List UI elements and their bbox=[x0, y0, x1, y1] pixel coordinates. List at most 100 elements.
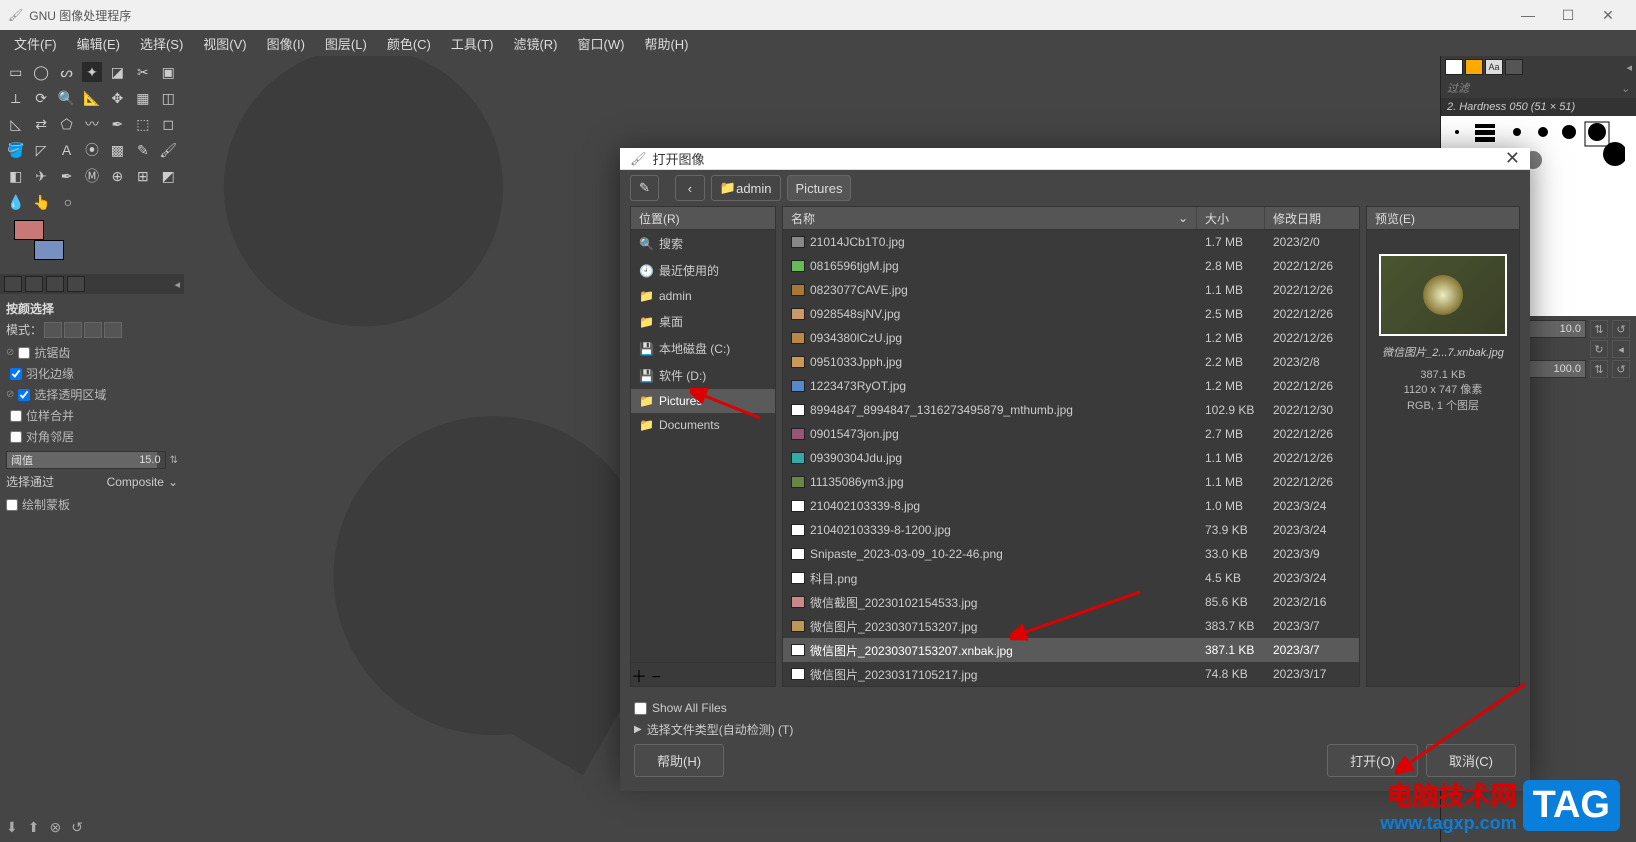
menu-item[interactable]: 窗口(W) bbox=[568, 30, 635, 57]
mode-add[interactable] bbox=[64, 322, 82, 338]
sidebar-item[interactable]: 📁桌面 bbox=[631, 308, 775, 335]
file-row[interactable]: Snipaste_2023-03-09_10-22-46.png33.0 KB2… bbox=[783, 542, 1359, 566]
tool-crop[interactable]: ⟂ bbox=[6, 88, 25, 108]
tool-cage[interactable]: ⬠ bbox=[57, 114, 76, 134]
option-checkbox[interactable] bbox=[10, 431, 22, 443]
dialog-close-button[interactable]: ✕ bbox=[1505, 148, 1520, 169]
chevron-down-icon[interactable]: ⌄ bbox=[1621, 82, 1630, 95]
tab-tool-options[interactable] bbox=[4, 276, 22, 292]
color-swatches[interactable] bbox=[14, 220, 64, 260]
mode-replace[interactable] bbox=[44, 322, 62, 338]
bg-color[interactable] bbox=[34, 240, 64, 260]
reset-preset-icon[interactable]: ↺ bbox=[71, 819, 83, 836]
menu-item[interactable]: 工具(T) bbox=[441, 30, 504, 57]
tool-warp[interactable]: 〰 bbox=[82, 114, 101, 134]
option-checkbox[interactable] bbox=[10, 410, 22, 422]
tool-dodge[interactable]: ○ bbox=[58, 192, 78, 212]
file-row[interactable]: 210402103339-8.jpg1.0 MB2023/3/24 bbox=[783, 494, 1359, 518]
menu-item[interactable]: 编辑(E) bbox=[67, 30, 130, 57]
file-row[interactable]: 1223473RyOT.jpg1.2 MB2022/12/26 bbox=[783, 374, 1359, 398]
column-size[interactable]: 大小 bbox=[1197, 207, 1265, 229]
file-list[interactable]: 21014JCb1T0.jpg1.7 MB2023/2/00816596tjgM… bbox=[782, 230, 1360, 687]
tool-ellipse-select[interactable]: ◯ bbox=[31, 62, 50, 82]
file-row[interactable]: 0934380lCzU.jpg1.2 MB2022/12/26 bbox=[783, 326, 1359, 350]
tool-zoom[interactable]: 🔍 bbox=[57, 88, 76, 108]
tab-patterns[interactable] bbox=[1465, 59, 1483, 75]
sidebar-item[interactable]: 🕘最近使用的 bbox=[631, 257, 775, 284]
tab-device[interactable] bbox=[25, 276, 43, 292]
back-button[interactable]: ‹ bbox=[675, 175, 705, 201]
sidebar-item[interactable]: 💾本地磁盘 (C:) bbox=[631, 335, 775, 362]
save-preset-icon[interactable]: ⬇ bbox=[6, 819, 18, 836]
open-button[interactable]: 打开(O) bbox=[1327, 744, 1418, 777]
column-name[interactable]: 名称⌄ bbox=[783, 207, 1197, 229]
tab-brushes[interactable] bbox=[1445, 59, 1463, 75]
file-row[interactable]: 0816596tjgM.jpg2.8 MB2022/12/26 bbox=[783, 254, 1359, 278]
file-row[interactable]: 0823077CAVE.jpg1.1 MB2022/12/26 bbox=[783, 278, 1359, 302]
threshold-slider[interactable]: 阈值 15.0 bbox=[6, 451, 166, 469]
option-checkbox[interactable] bbox=[10, 368, 22, 380]
brush-filter[interactable]: 过滤 ⌄ bbox=[1441, 78, 1636, 98]
brush-menu-icon[interactable]: ◂ bbox=[1612, 340, 1630, 358]
delete-preset-icon[interactable]: ⊗ bbox=[49, 819, 61, 836]
menu-item[interactable]: 视图(V) bbox=[193, 30, 256, 57]
tool-crop2[interactable]: ◫ bbox=[159, 88, 178, 108]
panel-menu-icon[interactable]: ◂ bbox=[174, 278, 180, 291]
brush-spacing-spinner[interactable]: ⇅ bbox=[1590, 360, 1608, 378]
tool-free-select[interactable]: ᔕ bbox=[57, 62, 76, 82]
menu-item[interactable]: 颜色(C) bbox=[377, 30, 441, 57]
file-row[interactable]: 0951033Jpph.jpg2.2 MB2023/2/8 bbox=[783, 350, 1359, 374]
breadcrumb-admin[interactable]: 📁 admin bbox=[711, 175, 781, 201]
sidebar-item[interactable]: 📁Pictures bbox=[631, 389, 775, 413]
mode-intersect[interactable] bbox=[104, 322, 122, 338]
brush-spacing-reset[interactable]: ↺ bbox=[1612, 360, 1630, 378]
file-row[interactable]: 科目.png4.5 KB2023/3/24 bbox=[783, 566, 1359, 590]
tool-eraser[interactable]: ◧ bbox=[6, 166, 25, 186]
help-button[interactable]: 帮助(H) bbox=[634, 744, 724, 777]
fg-color[interactable] bbox=[14, 220, 44, 240]
tool-gradient[interactable]: ◸ bbox=[31, 140, 50, 160]
menu-item[interactable]: 图层(L) bbox=[315, 30, 377, 57]
tool-handle[interactable]: ◻ bbox=[159, 114, 178, 134]
file-row[interactable]: 09015473jon.jpg2.7 MB2022/12/26 bbox=[783, 422, 1359, 446]
sidebar-item[interactable]: 📁Documents bbox=[631, 413, 775, 437]
menu-item[interactable]: 文件(F) bbox=[4, 30, 67, 57]
file-row[interactable]: 21014JCb1T0.jpg1.7 MB2023/2/0 bbox=[783, 230, 1359, 254]
tool-perspective-clone[interactable]: ◩ bbox=[159, 166, 178, 186]
tool-by-color[interactable]: ◪ bbox=[108, 62, 127, 82]
file-row[interactable]: 09390304Jdu.jpg1.1 MB2022/12/26 bbox=[783, 446, 1359, 470]
tool-move[interactable]: ✥ bbox=[108, 88, 127, 108]
tool-scissors[interactable]: ✂ bbox=[133, 62, 152, 82]
select-by-value[interactable]: Composite ⌄ bbox=[107, 475, 178, 489]
path-edit-button[interactable]: ✎ bbox=[630, 175, 659, 201]
sidebar-add-icon[interactable]: ＋ bbox=[631, 669, 647, 686]
sidebar-remove-icon[interactable]: − bbox=[651, 669, 660, 686]
tab-images[interactable] bbox=[67, 276, 85, 292]
tool-bucket[interactable]: 🪣 bbox=[6, 140, 25, 160]
option-checkbox[interactable] bbox=[18, 389, 30, 401]
close-icon[interactable]: ⊘ bbox=[6, 389, 14, 400]
tool-blur[interactable]: 💧 bbox=[6, 192, 26, 212]
expand-filetype-icon[interactable]: ▶ bbox=[634, 724, 642, 735]
file-row[interactable]: 11135086ym3.jpg1.1 MB2022/12/26 bbox=[783, 470, 1359, 494]
tab-undo[interactable] bbox=[46, 276, 64, 292]
tool-measure[interactable]: 📐 bbox=[82, 88, 101, 108]
tool-heal[interactable]: ⊞ bbox=[133, 166, 152, 186]
maximize-button[interactable]: ☐ bbox=[1548, 0, 1588, 30]
brush-size-reset[interactable]: ↺ bbox=[1612, 320, 1630, 338]
file-row[interactable]: 微信截图_20230102154533.jpg85.6 KB2023/2/16 bbox=[783, 590, 1359, 614]
sidebar-item[interactable]: 💾软件 (D:) bbox=[631, 362, 775, 389]
file-row[interactable]: 0928548sjNV.jpg2.5 MB2022/12/26 bbox=[783, 302, 1359, 326]
column-date[interactable]: 修改日期 bbox=[1265, 207, 1359, 229]
tool-fuzzy-select[interactable]: ✦ bbox=[82, 62, 101, 82]
tool-smudge[interactable]: 👆 bbox=[32, 192, 52, 212]
brush-size-spinner[interactable]: ⇅ bbox=[1590, 320, 1608, 338]
tool-airbrush[interactable]: ✈ bbox=[31, 166, 50, 186]
menu-item[interactable]: 图像(I) bbox=[257, 30, 315, 57]
tool-path[interactable]: ✒ bbox=[108, 114, 127, 134]
tool-flip[interactable]: ⇄ bbox=[31, 114, 50, 134]
show-all-checkbox[interactable] bbox=[634, 702, 647, 715]
close-button[interactable]: ✕ bbox=[1588, 0, 1628, 30]
option-checkbox[interactable] bbox=[18, 347, 30, 359]
tool-rotate[interactable]: ⟳ bbox=[31, 88, 50, 108]
